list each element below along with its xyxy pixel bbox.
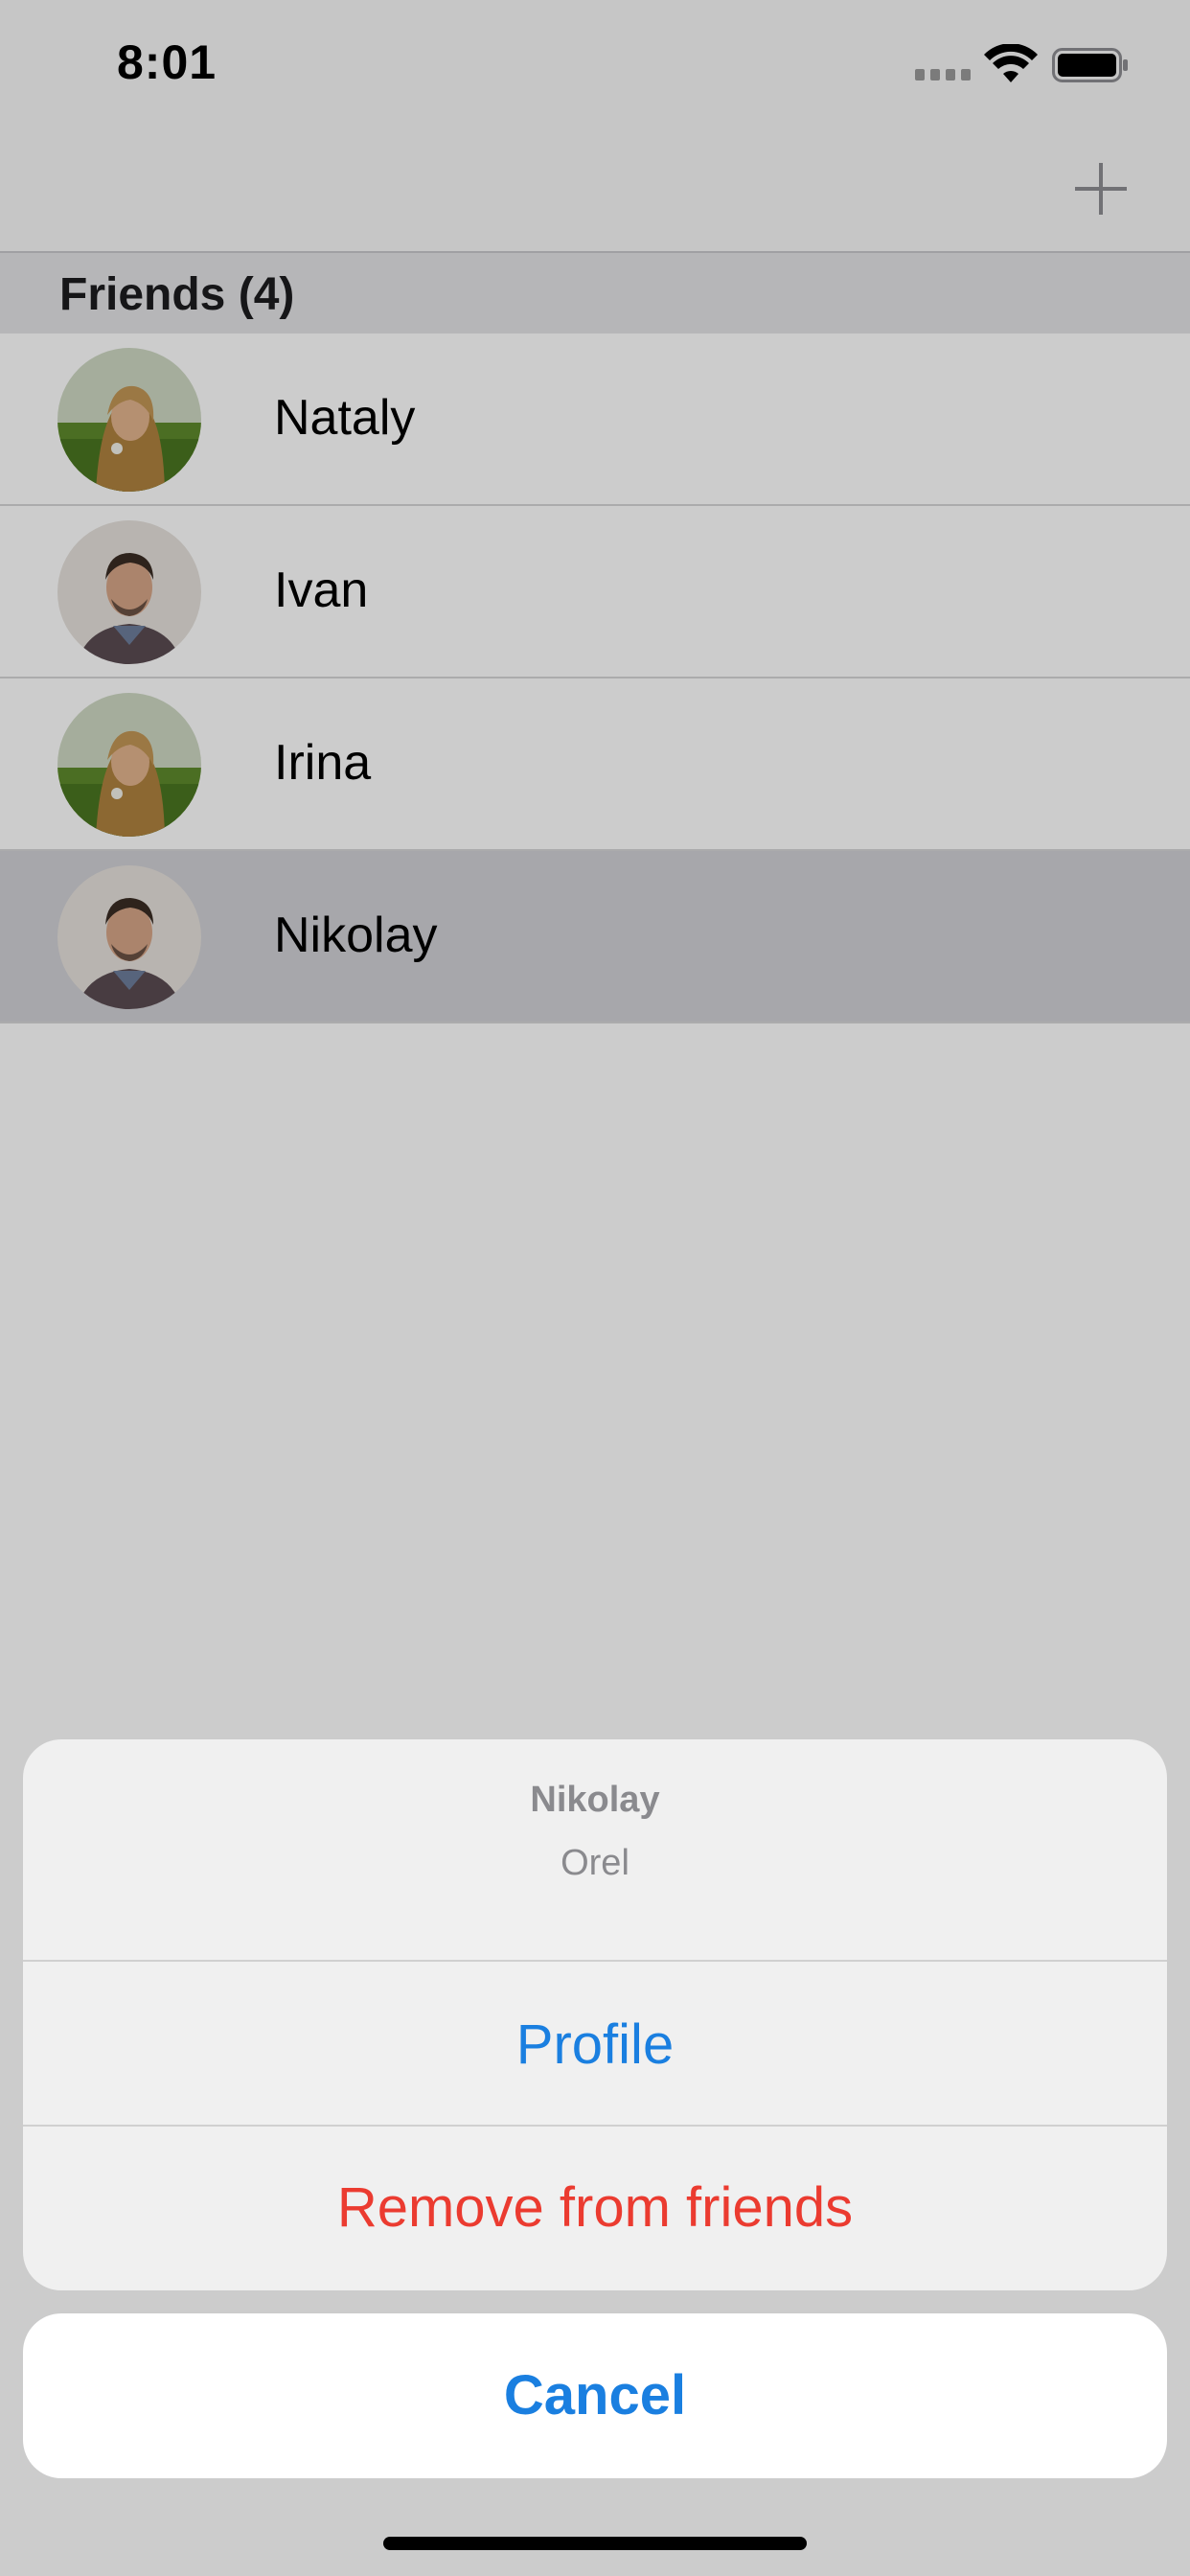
action-sheet: Nikolay Orel Profile Remove from friends — [23, 1739, 1167, 2290]
action-sheet-header: Nikolay Orel — [23, 1739, 1167, 1962]
action-sheet-subtitle: Orel — [561, 1843, 629, 1883]
action-sheet-title: Nikolay — [530, 1780, 660, 1820]
home-indicator[interactable] — [383, 2537, 807, 2550]
remove-from-friends-button[interactable]: Remove from friends — [23, 2127, 1167, 2289]
profile-button[interactable]: Profile — [23, 1964, 1167, 2127]
friends-screen: 8:01 Friends (4) Nataly Ivan Irina Nikol… — [0, 0, 1190, 2576]
cancel-button[interactable]: Cancel — [23, 2313, 1167, 2478]
